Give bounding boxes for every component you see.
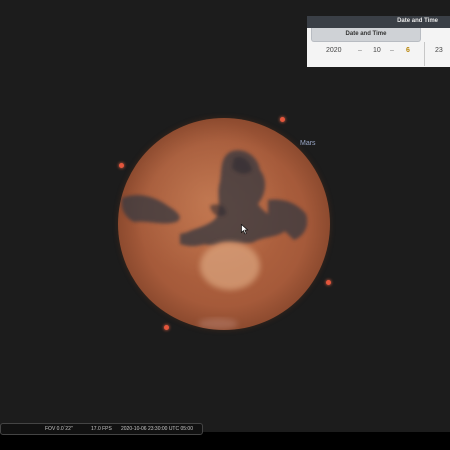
date-time-header-tab[interactable]: Date and Time: [311, 28, 421, 42]
date-time-header-label: Date and Time: [345, 31, 387, 37]
month-field[interactable]: 10: [373, 47, 381, 54]
moon-marker-2[interactable]: [119, 163, 124, 168]
mouse-pointer-icon: [241, 224, 249, 235]
status-bar: FOV 0.0´22" 17.0 FPS 2020-10-06 23:30:00…: [0, 423, 203, 435]
fov-readout[interactable]: FOV 0.0´22": [45, 424, 73, 434]
planet-label[interactable]: Mars: [300, 140, 316, 147]
datetime-readout[interactable]: 2020-10-06 23:30:00 UTC 05:00: [121, 424, 193, 434]
date-separator-1: –: [358, 47, 362, 54]
moon-marker-4[interactable]: [164, 325, 169, 330]
year-field[interactable]: 2020: [326, 47, 342, 54]
moon-marker-1[interactable]: [280, 117, 285, 122]
fps-readout: 17.0 FPS: [91, 426, 112, 432]
hour-field[interactable]: 23: [435, 47, 443, 54]
date-time-tab-title: Date and Time: [397, 18, 438, 24]
field-divider: [424, 42, 425, 66]
moon-marker-3[interactable]: [326, 280, 331, 285]
mars-surface-features: [121, 150, 308, 330]
date-separator-2: –: [390, 47, 394, 54]
day-field[interactable]: 6: [406, 47, 410, 54]
mars-planet[interactable]: [118, 118, 330, 330]
